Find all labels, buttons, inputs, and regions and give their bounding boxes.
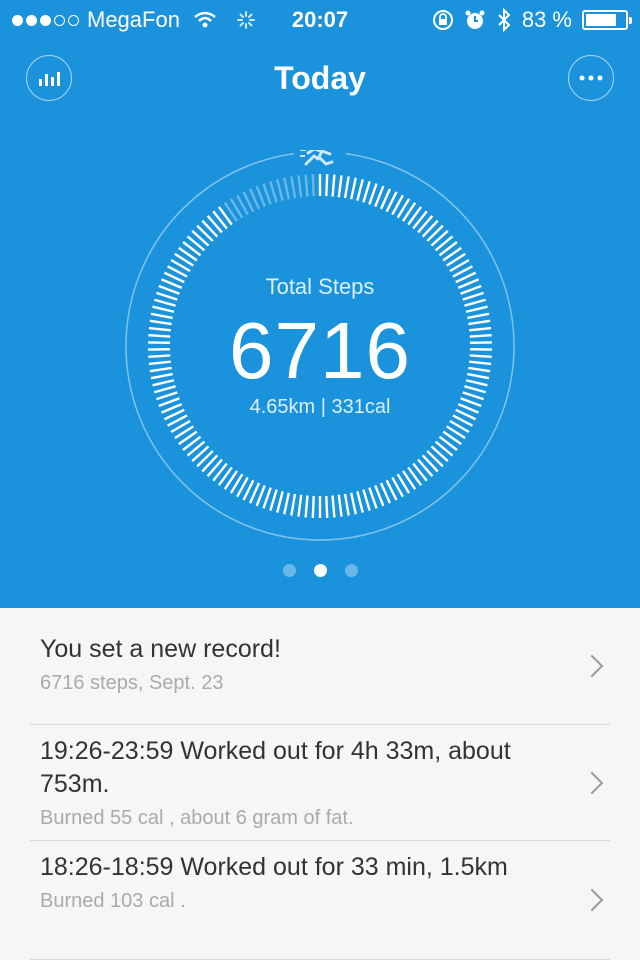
- chevron-right-icon: [580, 654, 604, 678]
- page-dot[interactable]: [282, 564, 296, 577]
- battery-icon: [582, 10, 632, 30]
- page-title: Today: [274, 60, 366, 96]
- feed-item-detail: 6716 steps, Sept. 23: [40, 672, 224, 694]
- feed-item-record[interactable]: You set a new record! 6716 steps, Sept. …: [30, 608, 610, 725]
- page-indicator[interactable]: [0, 564, 640, 577]
- feed-item-detail: Burned 103 cal .: [40, 890, 186, 912]
- alarm-icon: [465, 10, 485, 29]
- battery-percent: 83 %: [521, 7, 572, 32]
- feed-item-detail: Burned 55 cal , about 6 gram of fat.: [40, 807, 354, 829]
- chevron-right-icon: [580, 888, 604, 912]
- status-right: 83 %: [432, 7, 632, 33]
- status-bar: MegaFon 20:07 83 %: [0, 0, 640, 40]
- feed-item-title: 19:26-23:59 Worked out for 4h 33m, about…: [40, 737, 511, 798]
- chevron-right-icon: [580, 771, 604, 794]
- bluetooth-icon: [498, 8, 511, 32]
- feed-item-workout[interactable]: 18:26-18:59 Worked out for 33 min, 1.5km…: [30, 841, 610, 960]
- page-dot-active[interactable]: [313, 564, 327, 577]
- feed-item-workout[interactable]: 19:26-23:59 Worked out for 4h 33m, about…: [30, 725, 610, 841]
- steps-count: 6716: [229, 306, 411, 395]
- steps-readout: Total Steps 6716 4.65km | 331cal: [124, 150, 516, 542]
- rotation-lock-icon: [432, 10, 453, 30]
- activity-feed: You set a new record! 6716 steps, Sept. …: [0, 608, 640, 960]
- more-button[interactable]: [568, 55, 614, 101]
- more-dots-icon: [579, 75, 603, 81]
- distance-calories: 4.65km | 331cal: [249, 396, 391, 418]
- steps-label: Total Steps: [265, 274, 375, 299]
- page-dot[interactable]: [344, 564, 358, 577]
- feed-item-title: You set a new record!: [40, 635, 281, 663]
- battery-level: [586, 14, 616, 26]
- feed-item-title: 18:26-18:59 Worked out for 33 min, 1.5km: [40, 853, 508, 881]
- header-area: MegaFon 20:07 83 % Today Total Steps 671…: [0, 0, 640, 608]
